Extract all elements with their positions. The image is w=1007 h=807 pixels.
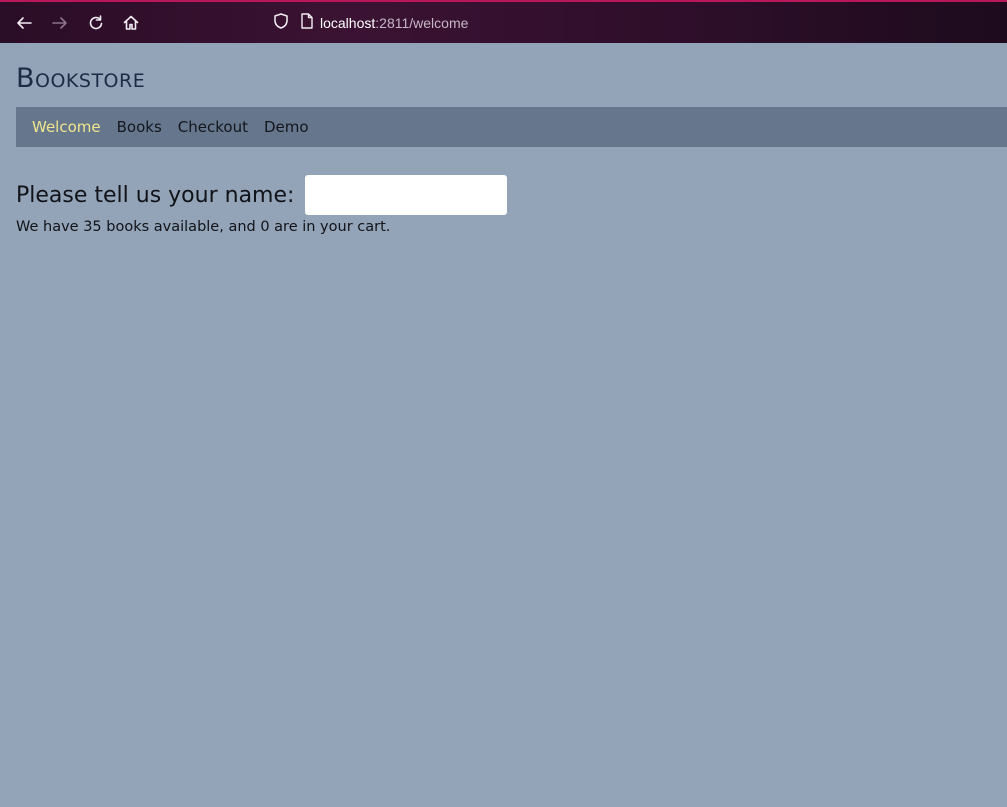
page-content: Bookstore Welcome Books Checkout Demo Pl… — [0, 43, 1007, 807]
back-button[interactable] — [12, 11, 36, 35]
reload-button[interactable] — [84, 11, 108, 35]
name-prompt-label: Please tell us your name: — [16, 182, 295, 208]
name-form: Please tell us your name: — [16, 175, 508, 215]
forward-arrow-icon — [51, 14, 69, 32]
main-navbar: Welcome Books Checkout Demo — [16, 107, 1007, 147]
nav-link-demo[interactable]: Demo — [264, 118, 309, 136]
browser-toolbar: localhost:2811/welcome — [0, 0, 1007, 43]
shield-icon[interactable] — [272, 12, 290, 34]
name-input[interactable] — [305, 175, 508, 215]
nav-link-welcome[interactable]: Welcome — [32, 118, 101, 136]
cart-summary-text: We have 35 books available, and 0 are in… — [16, 219, 391, 235]
page-icon — [300, 13, 314, 33]
url-text[interactable]: localhost:2811/welcome — [320, 15, 468, 31]
reload-icon — [87, 14, 105, 32]
url-host: localhost — [320, 15, 376, 31]
home-icon — [122, 14, 140, 32]
back-arrow-icon — [15, 14, 33, 32]
url-path: :2811/welcome — [375, 15, 469, 31]
nav-link-checkout[interactable]: Checkout — [178, 118, 248, 136]
nav-link-books[interactable]: Books — [117, 118, 162, 136]
forward-button[interactable] — [48, 11, 72, 35]
home-button[interactable] — [119, 11, 143, 35]
site-title: Bookstore — [16, 63, 146, 94]
address-bar[interactable]: localhost:2811/welcome — [272, 11, 468, 35]
